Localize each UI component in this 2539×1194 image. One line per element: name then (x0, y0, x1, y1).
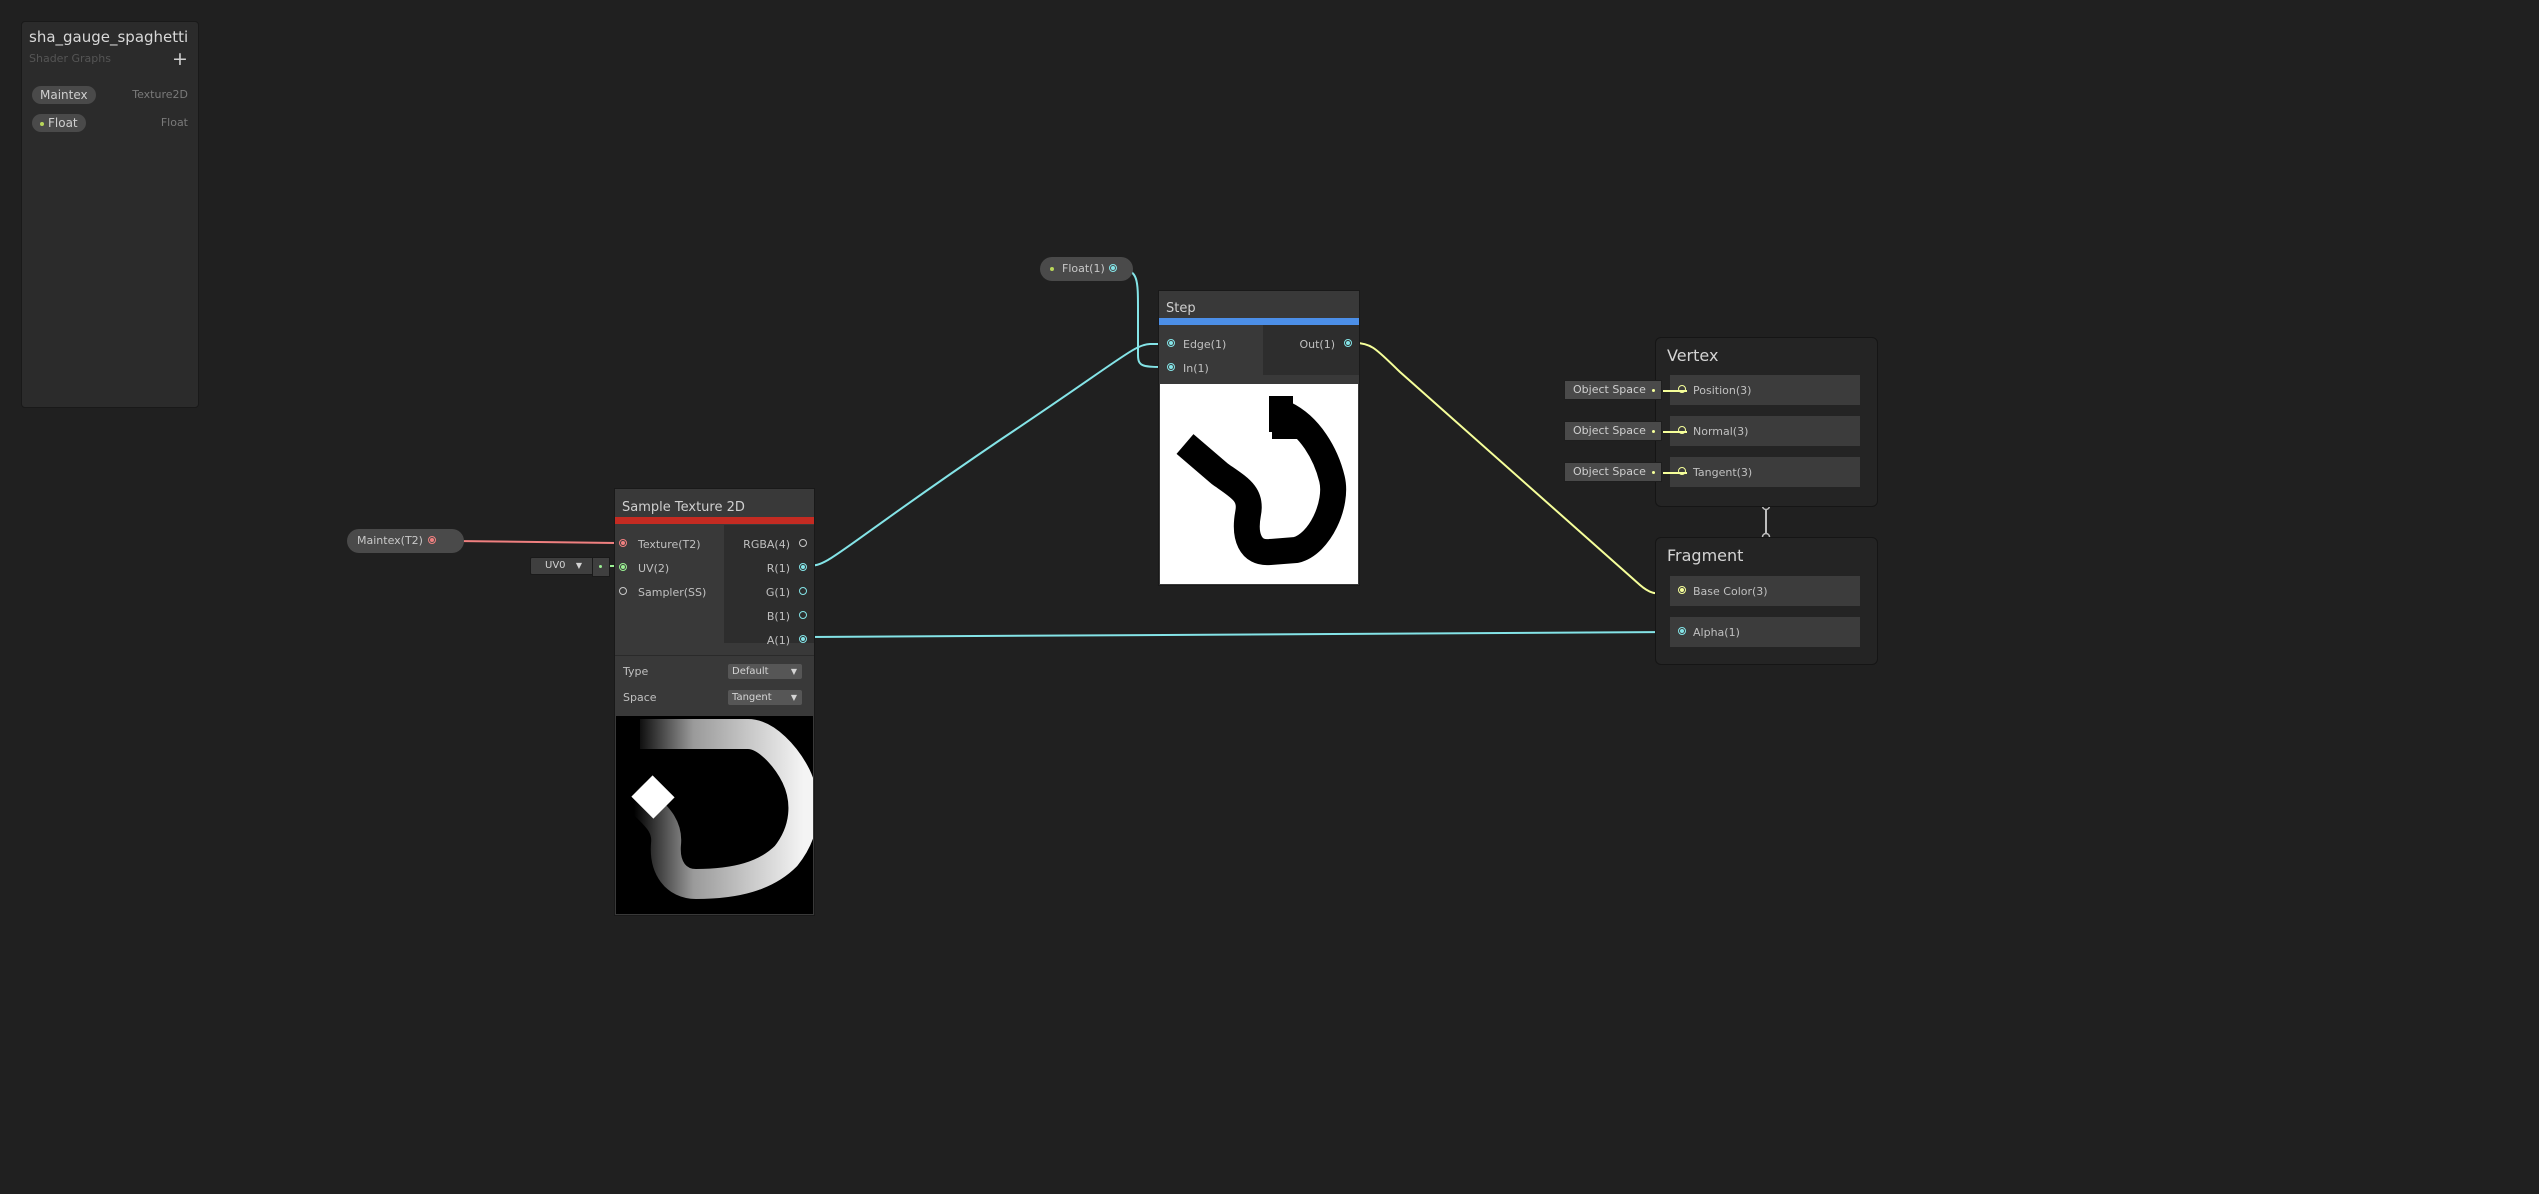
space-dropdown[interactable]: Tangent ▼ (728, 690, 802, 705)
add-property-button[interactable]: + (172, 48, 188, 70)
uv-channel-dropdown[interactable]: UV0 ▼ (530, 557, 596, 575)
fragment-context[interactable]: Fragment Base Color(3) Alpha(1) (1655, 537, 1878, 665)
b-output-port[interactable] (799, 611, 807, 619)
sample-texture-2d-node[interactable]: Sample Texture 2D Texture(T2) UV(2) Samp… (614, 488, 815, 916)
property-node-label: Maintex(T2) (357, 534, 423, 547)
block-label: Alpha(1) (1693, 626, 1740, 639)
output-port[interactable] (428, 536, 436, 544)
space-value: Object Space (1573, 383, 1646, 396)
sample-texture-preview (616, 716, 813, 914)
wire-r-to-in (807, 343, 1168, 567)
space-label: Space (623, 691, 657, 704)
tangent-block[interactable]: Tangent(3) (1670, 457, 1860, 487)
b-output-label: B(1) (766, 610, 790, 623)
maintex-property-node[interactable]: Maintex(T2) (347, 529, 464, 553)
uv-input-port[interactable] (619, 563, 627, 571)
divider (615, 655, 814, 656)
type-dropdown[interactable]: Default ▼ (728, 664, 802, 679)
chevron-down-icon: ▼ (790, 693, 797, 702)
block-label: Position(3) (1693, 384, 1752, 397)
float-property-node[interactable]: Float(1) (1040, 257, 1133, 281)
fragment-title: Fragment (1667, 546, 1744, 565)
node-title: Step (1166, 301, 1196, 316)
sampler-input-port[interactable] (619, 587, 627, 595)
out-output-label: Out(1) (1299, 338, 1335, 351)
property-pill[interactable]: Float (32, 114, 86, 132)
port-dot-icon (1652, 471, 1655, 474)
alpha-block[interactable]: Alpha(1) (1670, 617, 1860, 647)
step-preview (1160, 384, 1358, 584)
property-node-label: Float(1) (1062, 262, 1105, 275)
normal-space-input[interactable]: Object Space (1564, 421, 1662, 441)
graph-subtitle: Shader Graphs (29, 52, 111, 65)
tangent-space-wire (1663, 472, 1687, 474)
position-space-input[interactable]: Object Space (1564, 380, 1662, 400)
property-type: Float (160, 116, 188, 129)
base-color-block[interactable]: Base Color(3) (1670, 576, 1860, 606)
uv-input-port-box[interactable] (592, 557, 610, 577)
type-label: Type (623, 665, 649, 678)
type-value: Default (732, 666, 769, 677)
a-output-port[interactable] (799, 635, 807, 643)
in-input-port[interactable] (1167, 363, 1175, 371)
sampler-input-label: Sampler(SS) (638, 586, 707, 599)
block-label: Base Color(3) (1693, 585, 1768, 598)
alpha-port[interactable] (1678, 627, 1686, 635)
property-row-maintex[interactable]: Maintex Texture2D (32, 86, 188, 106)
node-category-bar (615, 517, 814, 524)
base-color-port[interactable] (1678, 586, 1686, 594)
node-title: Sample Texture 2D (622, 500, 745, 515)
texture-input-label: Texture(T2) (638, 538, 701, 551)
out-output-port[interactable] (1344, 339, 1352, 347)
wire-a-to-alpha (807, 631, 1679, 638)
exposed-dot-icon (40, 121, 44, 126)
exposed-dot-icon (1050, 267, 1054, 271)
normal-block[interactable]: Normal(3) (1670, 416, 1860, 446)
wire-maintex-to-texture (454, 540, 617, 544)
chevron-down-icon: ▼ (790, 667, 797, 676)
uv-input-label: UV(2) (638, 562, 670, 575)
chevron-down-icon: ▼ (575, 561, 582, 570)
space-value: Object Space (1573, 465, 1646, 478)
port-dot-icon (1652, 389, 1655, 392)
g-output-port[interactable] (799, 587, 807, 595)
property-pill[interactable]: Maintex (32, 86, 96, 104)
port-dot-icon (1652, 430, 1655, 433)
node-category-bar (1159, 318, 1359, 325)
rgba-output-port[interactable] (799, 539, 807, 547)
texture-input-port[interactable] (619, 539, 627, 547)
a-output-label: A(1) (766, 634, 790, 647)
edge-input-label: Edge(1) (1183, 338, 1227, 351)
tangent-space-input[interactable]: Object Space (1564, 462, 1662, 482)
block-label: Tangent(3) (1693, 466, 1753, 479)
r-output-port[interactable] (799, 563, 807, 571)
property-type: Texture2D (132, 88, 188, 101)
position-block[interactable]: Position(3) (1670, 375, 1860, 405)
space-value: Tangent (732, 692, 772, 703)
port-dot-icon (599, 565, 602, 568)
graph-title: sha_gauge_spaghetti (29, 28, 189, 46)
in-input-label: In(1) (1183, 362, 1209, 375)
step-node[interactable]: Step Edge(1) In(1) Out(1) (1158, 290, 1360, 586)
space-value: Object Space (1573, 424, 1646, 437)
property-row-float[interactable]: Float Float (32, 114, 188, 134)
r-output-label: R(1) (766, 562, 790, 575)
vertex-context[interactable]: Vertex Position(3) Normal(3) Tangent(3) (1655, 337, 1878, 507)
block-label: Normal(3) (1693, 425, 1749, 438)
uv-channel-value: UV0 (545, 560, 566, 571)
edge-input-port[interactable] (1167, 339, 1175, 347)
blackboard-panel[interactable]: sha_gauge_spaghetti Shader Graphs + Main… (21, 21, 199, 408)
g-output-label: G(1) (765, 586, 790, 599)
normal-space-wire (1663, 431, 1687, 433)
connection-wires (454, 268, 1771, 638)
position-space-wire (1663, 390, 1687, 392)
rgba-output-label: RGBA(4) (743, 538, 790, 551)
output-port[interactable] (1109, 264, 1117, 272)
vertex-title: Vertex (1667, 346, 1719, 365)
